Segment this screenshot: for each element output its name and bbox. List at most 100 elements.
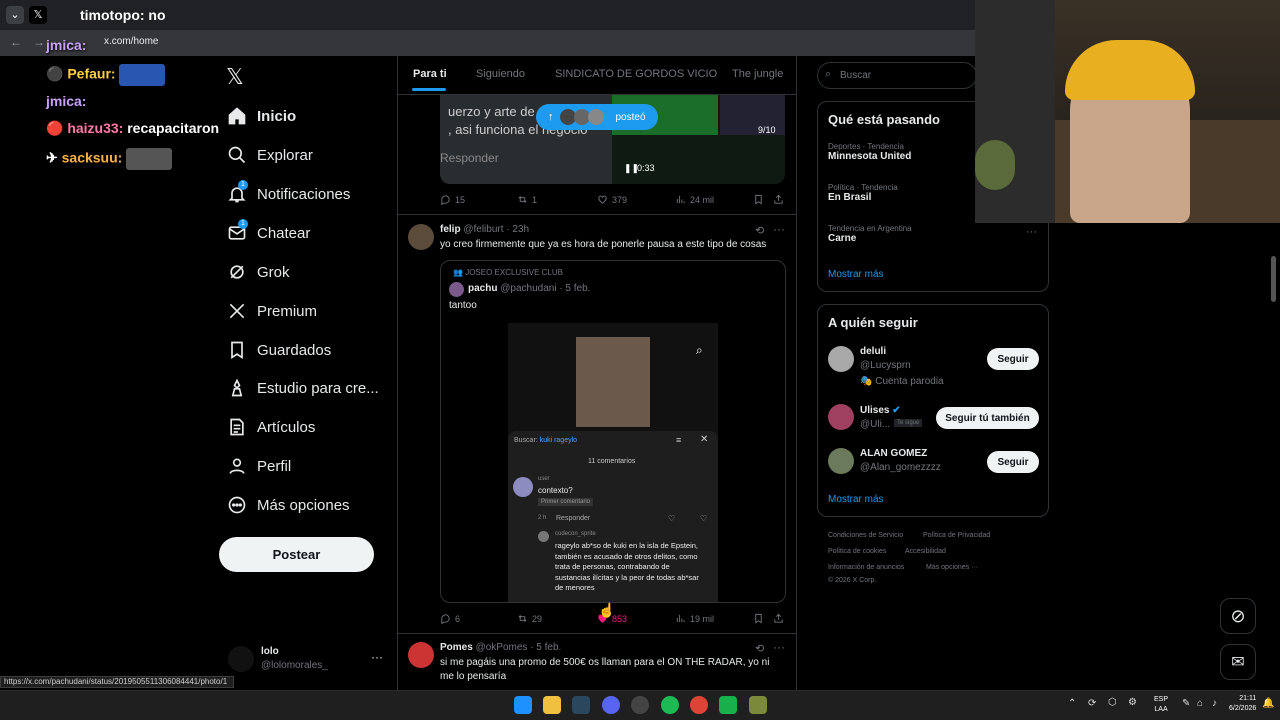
views-button[interactable]: 24 mil [675,194,714,205]
comments-search: Buscar: kuki rageylo [514,437,578,444]
tweet-author[interactable]: Pomes @okPomes · 5 feb. [440,642,561,653]
scrollbar[interactable] [1271,256,1276,302]
trend-more-icon[interactable]: ··· [1026,226,1037,238]
chrome-icon[interactable] [690,696,708,714]
x-logo-icon[interactable]: 𝕏 [226,64,244,90]
language-indicator[interactable]: ESP LAA [1154,695,1168,715]
footer-link[interactable]: Información de anuncios [828,564,904,571]
follow-back-button[interactable]: Seguir tú también [936,407,1039,429]
spotify-icon[interactable] [661,696,679,714]
nav-label: Premium [257,302,318,320]
url-field[interactable]: x.com/home [104,36,158,47]
trend-item[interactable]: Política · Tendencia En Brasil [828,183,898,203]
share-icon[interactable] [773,613,784,624]
trend-item[interactable]: Tendencia en Argentina Carne [828,224,912,244]
grok-icon[interactable]: ⟲ [755,642,764,655]
tray-icon[interactable]: ⬡ [1108,697,1117,708]
follow-avatar[interactable] [828,346,854,372]
like-button[interactable]: 379 [597,194,627,205]
verified-icon: ✔ [892,405,901,416]
nav-item-guardados[interactable]: Guardados [226,336,331,364]
forward-arrow-icon[interactable]: → [33,35,45,49]
follow-button[interactable]: Seguir [987,451,1039,473]
pen-icon[interactable]: ✎ [1182,698,1190,709]
search-input[interactable]: Buscar [817,62,977,89]
nav-item-explorar[interactable]: Explorar [226,141,313,169]
tweet-avatar[interactable] [408,642,434,668]
tab-sindicato[interactable]: SINDICATO DE GORDOS VICIO [555,68,717,80]
tray-chevron-icon[interactable]: ⌃ [1068,698,1076,709]
nav-item-inicio[interactable]: Inicio [226,102,296,130]
video-time: 0:33 [637,163,655,173]
tab-the-jungle[interactable]: The jungle [732,68,783,80]
divider [398,214,796,215]
tab-para-ti[interactable]: Para ti [413,68,447,80]
footer-link[interactable]: Más opciones ··· [926,564,978,571]
clock[interactable]: 21:11 6/2/2026 [1229,694,1256,714]
footer-link[interactable]: Accesibilidad [905,548,946,555]
nav-label: Artículos [257,418,316,436]
kick-icon[interactable] [719,696,737,714]
nav-item-artículos[interactable]: Artículos [226,413,315,441]
bookmark-icon[interactable] [753,194,764,205]
bookmark-icon[interactable] [753,613,764,624]
chat-message: ✈ sacksuu: [46,148,173,170]
tab-list-button[interactable]: ⌄ [6,6,24,24]
more-icon[interactable]: ··· [773,222,785,236]
nav-item-grok[interactable]: Grok [226,258,290,286]
footer-link[interactable]: Política de Privacidad [923,532,990,539]
tab-siguiendo[interactable]: Siguiendo [476,68,525,80]
tweet-author[interactable]: felip @feliburt · 23h [440,224,529,235]
grok-icon[interactable]: ⟲ [755,224,764,237]
quote-media-screenshot[interactable]: ⌕ Buscar: kuki rageylo ≡ ✕ 11 comentario… [508,323,718,602]
notification-icon[interactable]: 🔔 [1262,698,1274,709]
app-icon[interactable] [749,696,767,714]
new-posts-pill[interactable]: ↑ posteó [536,104,658,130]
show-more-link[interactable]: Mostrar más [828,494,884,505]
footer-link[interactable]: Condiciones de Servicio [828,532,903,539]
tweet-avatar[interactable] [408,224,434,250]
article-icon [226,416,248,438]
reply-button[interactable]: 6 [440,613,460,624]
nav-label: Guardados [257,341,332,359]
volume-icon[interactable]: ♪ [1212,698,1217,709]
network-icon[interactable]: ⌂ [1197,698,1203,709]
reply-button[interactable]: 15 [440,194,465,205]
copyright: © 2026 X Corp. [828,577,877,584]
nav-item-perfil[interactable]: Perfil [226,452,291,480]
windows-start-icon[interactable] [514,696,532,714]
account-more-icon[interactable]: ··· [371,650,383,664]
grok-float-icon[interactable]: ⊘ [1220,598,1256,634]
nav-item-estudio-para-cre-[interactable]: Estudio para cre... [226,374,379,402]
nav-item-chatear[interactable]: 1 Chatear [226,219,310,247]
file-explorer-icon[interactable] [543,696,561,714]
tray-icon[interactable]: ⚙ [1128,697,1137,708]
nav-item-más-opciones[interactable]: Más opciones [226,491,350,519]
obs-icon[interactable] [631,696,649,714]
tray-icon[interactable]: ⟳ [1088,698,1096,709]
parody-label: 🎭 Cuenta parodia [860,376,944,387]
back-arrow-icon[interactable]: ← [10,35,22,49]
repost-button[interactable]: 1 [517,194,537,205]
messages-float-icon[interactable]: ✉ [1220,644,1256,680]
more-icon[interactable]: ··· [773,640,785,654]
trend-item[interactable]: Deportes · Tendencia Minnesota United [828,142,911,162]
repost-button[interactable]: 29 [517,613,542,624]
follow-avatar[interactable] [828,448,854,474]
quoted-tweet[interactable]: 👥 JOSEO EXCLUSIVE CLUB pachu @pachudani … [440,260,786,603]
steam-icon[interactable] [572,696,590,714]
follow-button[interactable]: Seguir [987,348,1039,370]
footer-link[interactable]: Política de cookies [828,548,886,555]
video-counter: 9/10 [758,125,776,135]
active-tab-title[interactable]: timotopo: no [80,7,166,23]
views-button[interactable]: 19 mil [675,613,714,624]
nav-item-notificaciones[interactable]: 1 Notificaciones [226,180,350,208]
discord-icon[interactable] [602,696,620,714]
account-avatar[interactable] [228,646,254,672]
nav-item-premium[interactable]: Premium [226,297,317,325]
share-icon[interactable] [773,194,784,205]
post-button[interactable]: Postear [219,537,374,572]
show-more-link[interactable]: Mostrar más [828,269,884,280]
grok-icon [226,261,248,283]
follow-avatar[interactable] [828,404,854,430]
